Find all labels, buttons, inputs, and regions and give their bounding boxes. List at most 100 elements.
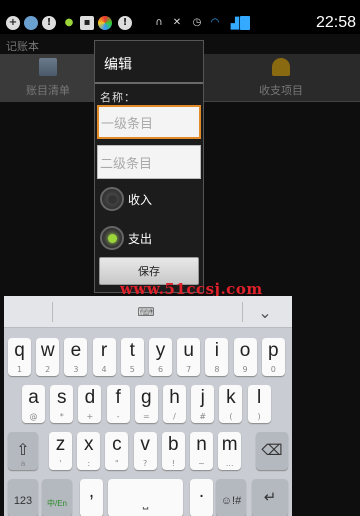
key-i-label: i xyxy=(214,340,219,361)
key-o[interactable]: o9 xyxy=(233,338,257,376)
chevron-down-icon[interactable]: ⌄ xyxy=(250,298,280,326)
key-y-sub: 6 xyxy=(157,365,164,374)
level1-input[interactable]: 一级条目 xyxy=(97,105,201,139)
backspace-icon: ⌫ xyxy=(261,442,283,459)
space-icon: ⎵ xyxy=(142,493,149,509)
radio-expense-button[interactable] xyxy=(100,226,124,250)
key-d[interactable]: d + xyxy=(78,385,102,423)
key-s[interactable]: s * xyxy=(50,385,74,423)
key-q[interactable]: q1 xyxy=(8,338,31,376)
edit-dialog: 编辑 名称： 一级条目 二级条目 收入 支出 保存 xyxy=(94,40,204,293)
key-n-sub: ~ xyxy=(198,459,205,468)
key-g-label: g xyxy=(141,387,152,408)
key-i[interactable]: i8 xyxy=(205,338,229,376)
key-f[interactable]: f- xyxy=(106,385,130,423)
language-key-label: 中/En xyxy=(46,499,67,508)
key-m[interactable]: m... xyxy=(218,432,242,470)
key-e[interactable]: e3 xyxy=(64,338,88,376)
message-icon: ▪ xyxy=(80,16,94,30)
key-v[interactable]: v? xyxy=(133,432,157,470)
key-o-label: o xyxy=(239,340,251,361)
key-e-sub: 3 xyxy=(73,365,79,374)
key-u-sub: 7 xyxy=(186,365,192,374)
key-l-label: l xyxy=(256,387,262,408)
key-t-sub: 5 xyxy=(129,365,135,374)
globe-icon xyxy=(24,16,38,30)
shift-arrow-icon: ⇧ xyxy=(16,442,30,459)
alert-icon-2: ! xyxy=(118,16,132,30)
status-bar: + ! ● ▪ ! ∩ ✕ ◷ ◠ ▟ 22:58 xyxy=(0,0,360,34)
enter-key[interactable]: ↵ xyxy=(252,479,288,516)
key-q-label: q xyxy=(14,340,25,361)
headphones-icon: ∩ xyxy=(155,17,163,28)
key-m-sub: ... xyxy=(225,459,234,468)
key-b[interactable]: b! xyxy=(161,432,185,470)
shift-key[interactable]: ⇧ a xyxy=(8,432,38,470)
keyboard-hide-icon[interactable]: ⌨ xyxy=(126,302,166,322)
emoji-key[interactable]: ☺!# xyxy=(216,479,246,516)
key-g[interactable]: g = xyxy=(134,385,158,423)
key-z-sub: ' xyxy=(59,459,62,468)
key-u[interactable]: u7 xyxy=(177,338,201,376)
key-w-label: w xyxy=(40,340,55,361)
key-c[interactable]: c " xyxy=(105,432,129,470)
key-x-label: x xyxy=(83,434,94,455)
key-a-sub: @ xyxy=(29,412,38,421)
key-c-label: c xyxy=(112,434,122,455)
key-p[interactable]: p0 xyxy=(261,338,285,376)
period-key[interactable]: . xyxy=(190,479,213,516)
android-icon: ● xyxy=(64,17,74,28)
key-m-label: m xyxy=(221,434,238,455)
key-r-sub: 4 xyxy=(101,365,107,374)
add-icon: + xyxy=(6,16,20,30)
key-j[interactable]: j # xyxy=(191,385,215,423)
key-y-label: y xyxy=(155,340,166,361)
key-w[interactable]: w2 xyxy=(36,338,60,376)
key-b-label: b xyxy=(168,434,179,455)
battery-icon xyxy=(240,16,250,30)
period-key-label: . xyxy=(198,481,205,502)
comma-key-label: , xyxy=(88,481,95,502)
key-h-label: h xyxy=(169,387,180,408)
dialog-divider xyxy=(95,82,203,84)
dialog-title: 编辑 xyxy=(104,57,132,73)
numbers-key[interactable]: 123 xyxy=(8,479,38,516)
mute-icon: ✕ xyxy=(172,17,182,28)
space-key[interactable]: ⎵ xyxy=(108,479,183,516)
key-y[interactable]: y6 xyxy=(149,338,172,376)
alarm-icon: ◷ xyxy=(192,17,202,28)
radio-income-label: 收入 xyxy=(128,192,153,207)
key-o-sub: 9 xyxy=(242,365,248,374)
level2-input[interactable]: 二级条目 xyxy=(97,145,201,179)
key-q-sub: 1 xyxy=(16,365,23,374)
key-v-sub: ? xyxy=(142,459,148,468)
key-s-label: s xyxy=(56,387,67,408)
calculator-icon xyxy=(39,58,57,76)
key-z[interactable]: z ' xyxy=(49,432,72,470)
delete-key[interactable]: ⌫ xyxy=(256,432,288,470)
key-b-sub: ! xyxy=(171,459,175,468)
key-v-label: v xyxy=(140,434,150,455)
radio-income-button[interactable] xyxy=(100,187,124,211)
radio-income[interactable]: 收入 xyxy=(100,186,200,212)
key-p-label: p xyxy=(268,340,279,361)
comma-key[interactable]: , xyxy=(80,479,103,516)
key-h[interactable]: h / xyxy=(163,385,186,423)
tab-items[interactable]: 收支项目 xyxy=(202,54,360,102)
key-g-sub: = xyxy=(142,412,150,421)
soft-keyboard: ⌨ ⌄ q 1 w 2 e 3 r 4 t 5 y 6 u 7 i 8 o 9 p 0 a @ s * d + f - g = h / j # k(… xyxy=(4,296,292,516)
key-r[interactable]: r4 xyxy=(92,338,116,376)
key-n[interactable]: n ~ xyxy=(190,432,213,470)
key-l[interactable]: l) xyxy=(247,385,271,423)
key-k[interactable]: k( xyxy=(219,385,243,423)
key-u-label: u xyxy=(183,340,194,361)
tab-ledger[interactable]: 账目清单 xyxy=(0,54,96,102)
key-c-sub: " xyxy=(115,459,119,468)
key-t[interactable]: t5 xyxy=(120,338,144,376)
key-x[interactable]: x: xyxy=(77,432,101,470)
key-l-sub: ) xyxy=(257,412,261,421)
radio-expense[interactable]: 支出 xyxy=(100,225,200,251)
key-a[interactable]: a @ xyxy=(22,385,45,423)
language-key[interactable]: 中/En xyxy=(42,479,72,516)
status-time: 22:58 xyxy=(315,14,356,31)
